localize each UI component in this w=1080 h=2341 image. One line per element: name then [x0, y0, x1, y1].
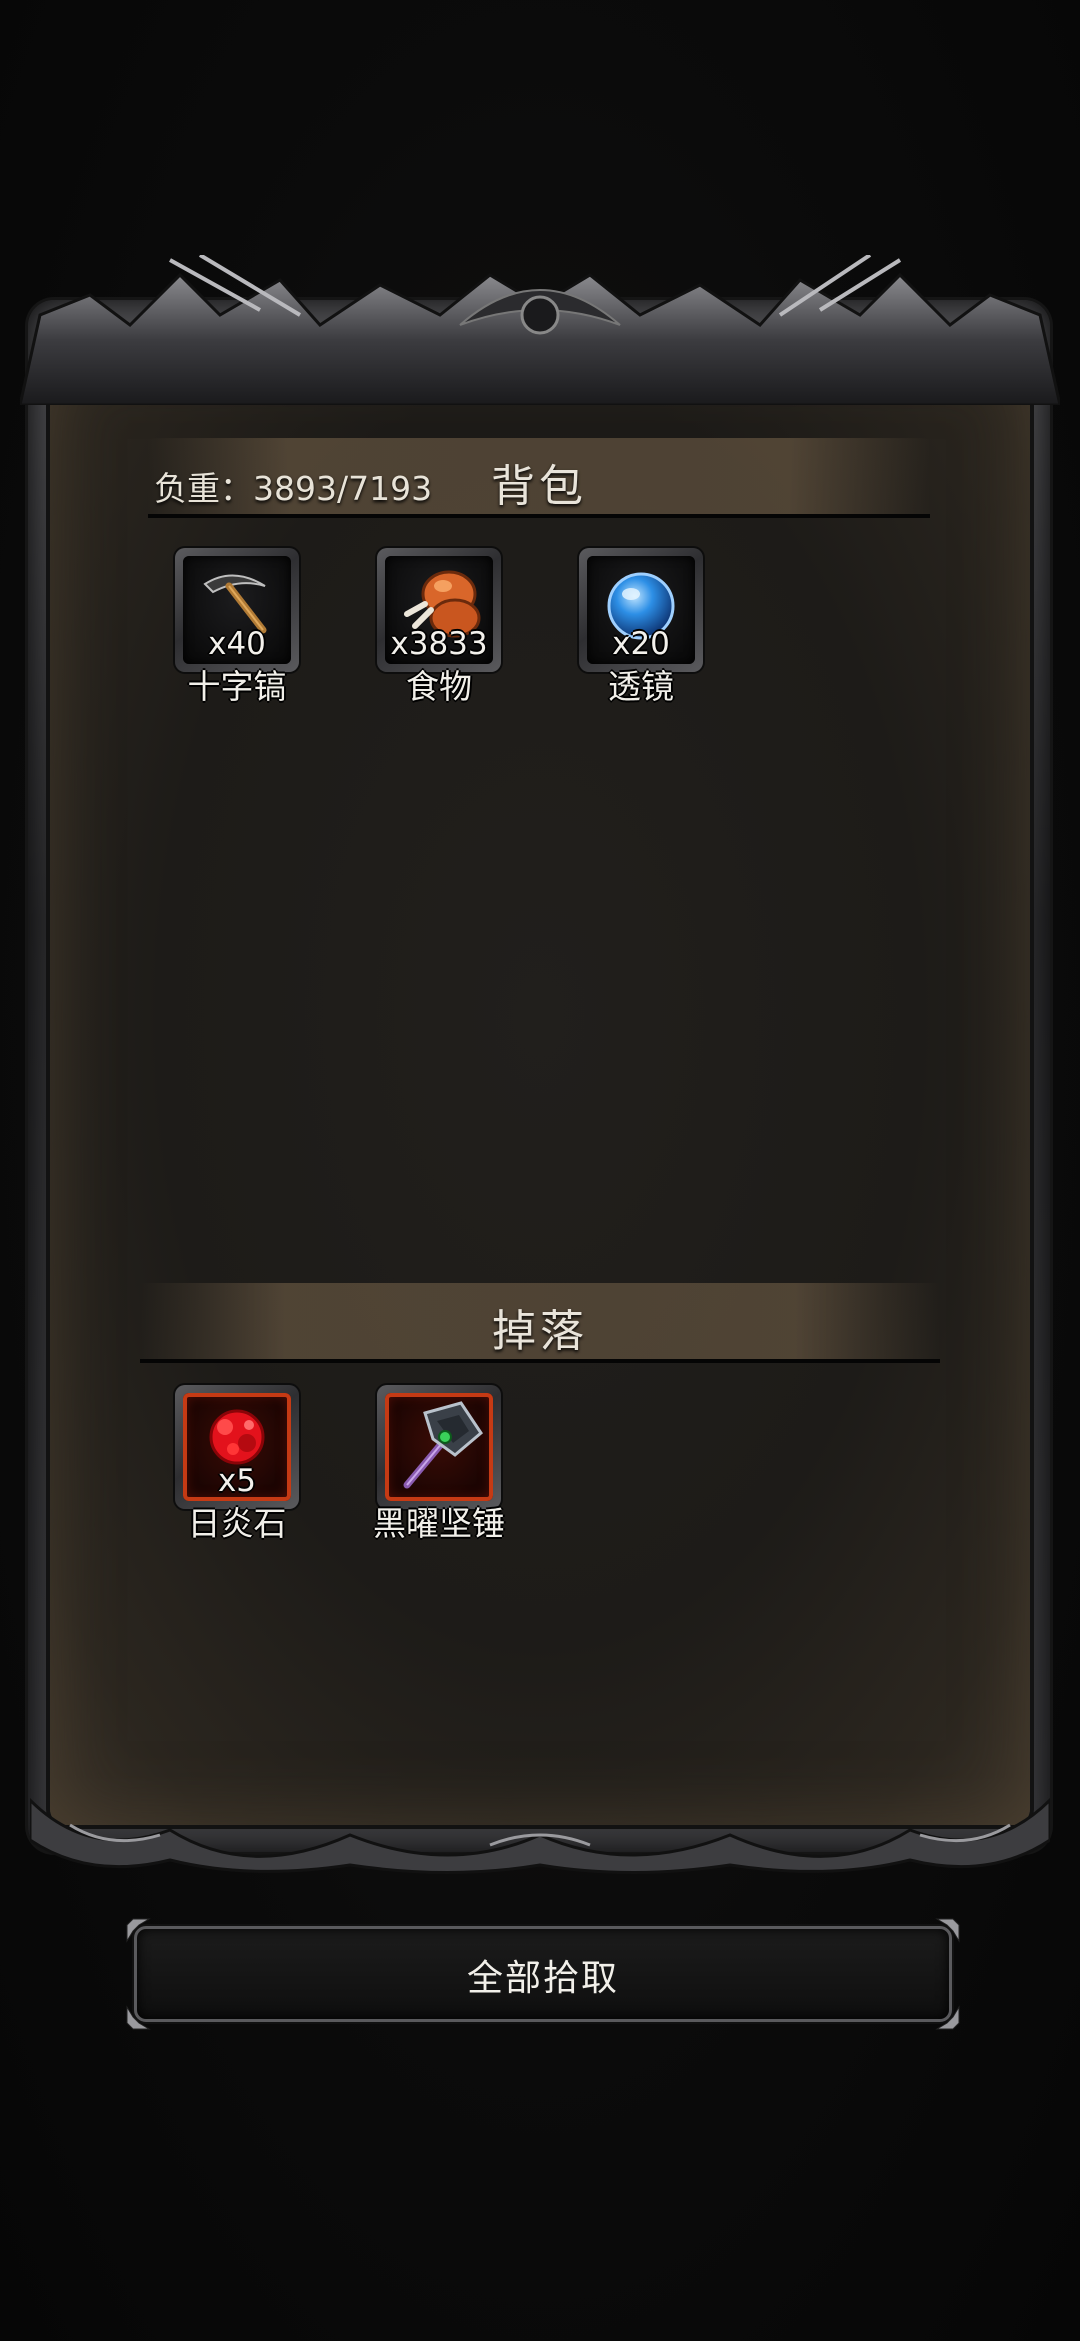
backpack-title: 背包: [491, 461, 587, 512]
ornate-crest-decoration: [20, 255, 1060, 405]
item-name: 黑曜坚锤: [373, 1504, 505, 1543]
corner-ornament-icon: [126, 1918, 151, 1943]
backpack-item-pickaxe[interactable]: x40 十字镐: [175, 548, 299, 706]
item-quantity: x5: [217, 1463, 257, 1499]
item-name: 透镜: [608, 667, 674, 706]
backpack-item-lens[interactable]: x20 透镜: [579, 548, 703, 706]
corner-ornament-icon: [935, 1918, 960, 1943]
item-quantity: x3833: [390, 626, 488, 662]
corner-ornament-icon: [126, 2005, 151, 2030]
drop-item-obsidian-hammer[interactable]: 黑曜坚锤: [373, 1385, 505, 1543]
pickup-all-button[interactable]: 全部拾取: [126, 1918, 960, 2030]
ornate-bottom-trim: [30, 1797, 1050, 1874]
item-quantity: x40: [208, 626, 266, 662]
item-quantity: x20: [612, 626, 670, 662]
backpack-header: 负重：3893/7193 背包: [148, 438, 930, 518]
pickup-all-label: 全部拾取: [466, 1958, 619, 1999]
drop-item-sunflame-stone[interactable]: x5 日炎石: [175, 1385, 299, 1543]
drops-header: 掉落: [140, 1283, 940, 1363]
item-name: 十字镐: [187, 667, 287, 706]
drops-title: 掉落: [492, 1306, 588, 1357]
corner-ornament-icon: [935, 2005, 960, 2030]
item-name: 食物: [406, 667, 472, 706]
loot-screen: 负重：3893/7193 背包 x40 十字镐 x3833 食物 x20 透镜 …: [0, 0, 1080, 2341]
obsidian-hammer-icon: [403, 1401, 483, 1489]
item-name: 日炎石: [187, 1504, 287, 1543]
backpack-item-food[interactable]: x3833 食物: [377, 548, 501, 706]
